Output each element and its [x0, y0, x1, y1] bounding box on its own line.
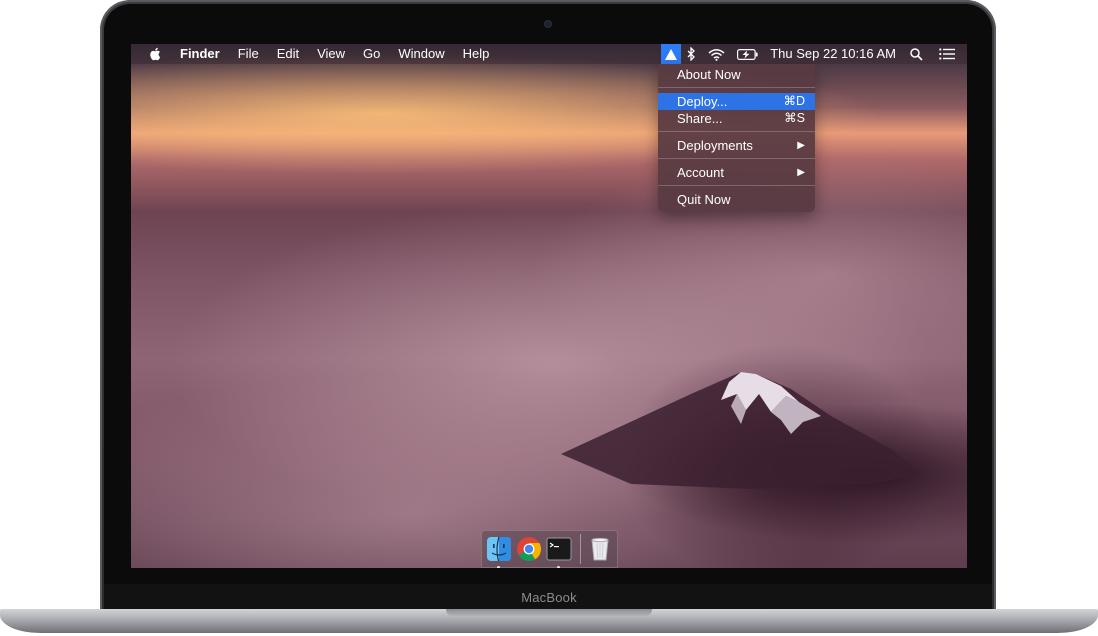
submenu-arrow-icon: ▶ — [797, 167, 805, 178]
menu-separator — [658, 87, 815, 88]
menu-bar: Finder File Edit View Go Window Help Thu… — [131, 44, 967, 64]
menu-item-quit[interactable]: Quit Now — [658, 191, 815, 208]
search-icon — [910, 47, 923, 61]
finder-icon — [487, 536, 511, 562]
apple-logo-icon — [150, 47, 161, 61]
battery-status-item[interactable] — [731, 44, 764, 64]
menu-item-about-label: About Now — [677, 67, 741, 82]
now-dropdown-menu: About Now Deploy... ⌘D Share... ⌘S Deplo… — [658, 64, 815, 212]
now-triangle-icon — [665, 48, 678, 60]
menu-item-deploy-shortcut: ⌘D — [783, 94, 805, 108]
menu-file[interactable]: File — [229, 44, 268, 64]
spotlight-status-item[interactable] — [902, 44, 931, 64]
trash-icon — [591, 537, 609, 561]
terminal-icon — [546, 537, 572, 561]
menu-separator — [658, 185, 815, 186]
submenu-arrow-icon: ▶ — [797, 140, 805, 151]
menu-item-deployments-label: Deployments — [677, 138, 753, 153]
menu-item-about[interactable]: About Now — [658, 66, 815, 83]
notification-center-item[interactable] — [931, 44, 967, 64]
list-icon — [939, 48, 955, 60]
bluetooth-icon — [687, 47, 696, 61]
camera — [545, 21, 551, 27]
menu-item-account[interactable]: Account ▶ — [658, 164, 815, 181]
device-label: MacBook — [521, 590, 577, 605]
menu-item-account-label: Account — [677, 165, 724, 180]
dock-divider — [580, 534, 581, 564]
dock — [481, 530, 618, 568]
desktop: Finder File Edit View Go Window Help Thu… — [131, 44, 967, 568]
menu-edit[interactable]: Edit — [268, 44, 308, 64]
running-indicator — [557, 566, 560, 568]
menu-separator — [658, 158, 815, 159]
dock-item-trash[interactable] — [587, 536, 613, 562]
menu-item-quit-label: Quit Now — [677, 192, 731, 207]
now-status-item[interactable] — [661, 44, 682, 64]
wifi-status-item[interactable] — [702, 44, 731, 64]
lid-opening-notch — [446, 609, 652, 617]
menu-item-deployments[interactable]: Deployments ▶ — [658, 137, 815, 154]
menu-item-share-label: Share... — [677, 111, 723, 126]
menu-help[interactable]: Help — [454, 44, 499, 64]
dock-item-chrome[interactable] — [516, 536, 542, 562]
menu-item-share-shortcut: ⌘S — [784, 111, 805, 125]
menu-item-deploy[interactable]: Deploy... ⌘D — [658, 93, 815, 110]
apple-menu[interactable] — [131, 44, 171, 64]
menu-item-deploy-label: Deploy... — [677, 94, 728, 109]
dock-item-finder[interactable] — [486, 536, 512, 568]
menu-item-share[interactable]: Share... ⌘S — [658, 110, 815, 127]
bluetooth-status-item[interactable] — [681, 44, 702, 64]
menu-clock[interactable]: Thu Sep 22 10:16 AM — [764, 44, 902, 64]
menu-window[interactable]: Window — [389, 44, 453, 64]
menu-separator — [658, 131, 815, 132]
menu-finder[interactable]: Finder — [171, 44, 229, 64]
chrome-icon — [517, 537, 541, 562]
wallpaper-mountain — [561, 372, 921, 489]
menu-go[interactable]: Go — [354, 44, 389, 64]
menu-view[interactable]: View — [308, 44, 354, 64]
running-indicator — [497, 566, 500, 568]
battery-charging-icon — [737, 48, 758, 60]
dock-item-terminal[interactable] — [546, 536, 572, 568]
wifi-icon — [708, 48, 725, 61]
